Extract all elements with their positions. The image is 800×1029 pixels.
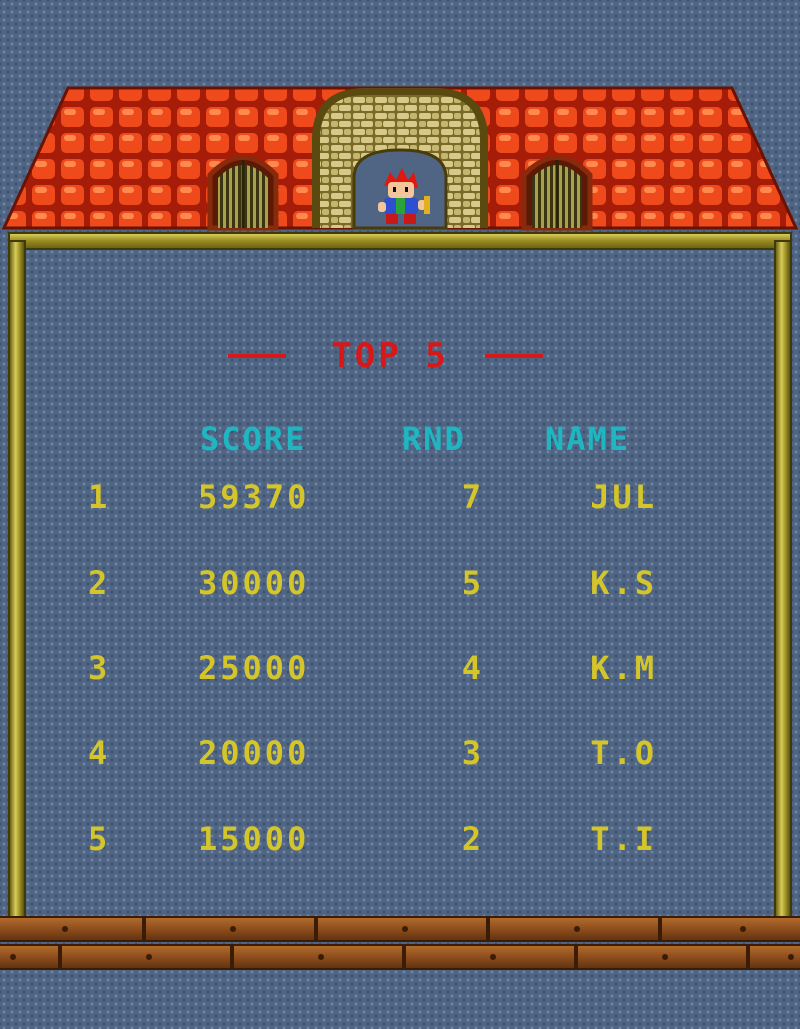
score-value: 15000	[198, 820, 310, 858]
player-name: T.I	[590, 820, 657, 858]
header-round: RND	[402, 420, 466, 458]
title-text: TOP 5	[331, 336, 449, 376]
rank: 4	[88, 734, 111, 772]
header-name: NAME	[545, 420, 631, 458]
round-value: 2	[461, 820, 484, 858]
floor-plank	[0, 944, 60, 970]
arched-window-right-icon	[521, 155, 593, 231]
player-name: T.O	[590, 734, 657, 772]
round-value: 5	[461, 564, 484, 602]
score-row-3: 3 25000 4 K.M	[0, 649, 800, 689]
floor-plank	[232, 944, 404, 970]
round-value: 7	[461, 478, 484, 516]
score-value: 20000	[198, 734, 310, 772]
high-score-screen: TOP 5 SCORE RND NAME 1 59370 7 JUL 2 300…	[0, 0, 800, 1029]
high-score-title: TOP 5	[0, 336, 800, 376]
floor-plank	[404, 944, 576, 970]
score-value: 30000	[198, 564, 310, 602]
title-dash-right	[485, 354, 543, 358]
round-value: 3	[461, 734, 484, 772]
player-name: K.M	[590, 649, 657, 687]
header-score: SCORE	[200, 420, 307, 458]
floor-plank	[60, 944, 232, 970]
rank: 1	[88, 478, 111, 516]
player-name: JUL	[590, 478, 657, 516]
score-row-1: 1 59370 7 JUL	[0, 478, 800, 518]
score-value: 25000	[198, 649, 310, 687]
rank: 5	[88, 820, 111, 858]
floor-plank	[488, 916, 660, 942]
house-beam	[8, 232, 792, 250]
score-row-4: 4 20000 3 T.O	[0, 734, 800, 774]
score-row-5: 5 15000 2 T.I	[0, 820, 800, 860]
floor-plank	[144, 916, 316, 942]
title-dash-left	[228, 354, 286, 358]
score-value: 59370	[198, 478, 310, 516]
rank: 3	[88, 649, 111, 687]
floor-plank	[316, 916, 488, 942]
floor-plank	[748, 944, 800, 970]
floor-plank	[0, 916, 144, 942]
wooden-floor	[0, 914, 800, 972]
floor-plank	[576, 944, 748, 970]
rank: 2	[88, 564, 111, 602]
round-value: 4	[461, 649, 484, 687]
player-name: K.S	[590, 564, 657, 602]
house-roof	[1, 86, 799, 231]
floor-plank	[660, 916, 800, 942]
arched-window-left-icon	[207, 155, 279, 231]
score-row-2: 2 30000 5 K.S	[0, 564, 800, 604]
